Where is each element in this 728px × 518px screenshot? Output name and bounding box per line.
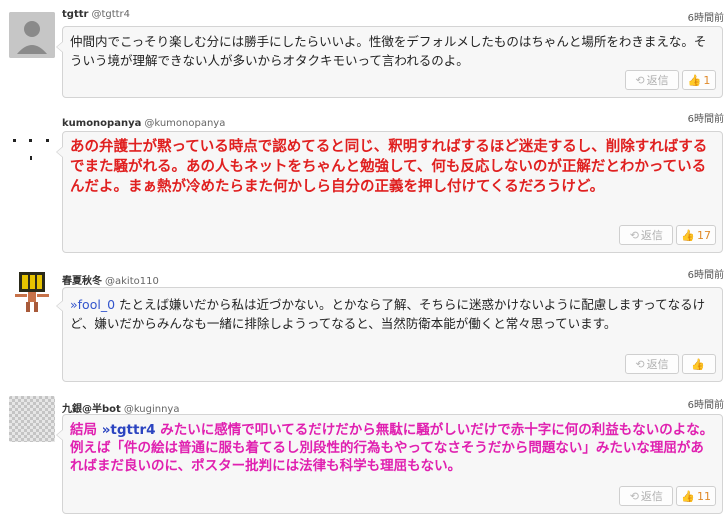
post-bubble: 仲間内でこっそり楽しむ分には勝手にしたらいいよ。性徴をデフォルメしたものはちゃん… bbox=[56, 26, 723, 98]
reply-to-link[interactable]: »fool_0 bbox=[70, 297, 115, 312]
reply-button[interactable]: ⟲ 返信 bbox=[619, 225, 674, 245]
like-button[interactable]: 👍 11 bbox=[676, 486, 716, 506]
reply-button[interactable]: ⟲ 返信 bbox=[625, 70, 679, 90]
thumbs-up-icon: 👍 bbox=[681, 228, 695, 242]
avatar[interactable] bbox=[9, 268, 55, 314]
post-item: 春夏秋冬 @akito110 6時間前 »fool_0 たとえば嫌いだから私は近づ… bbox=[0, 254, 728, 384]
post-time: 6時間前 bbox=[687, 13, 724, 24]
reply-icon: ⟲ bbox=[635, 73, 645, 87]
reply-icon: ⟲ bbox=[629, 489, 639, 503]
reply-to-link[interactable]: »tgttr4 bbox=[102, 422, 156, 438]
thumbs-up-icon: 👍 bbox=[681, 489, 695, 503]
reply-button[interactable]: ⟲ 返信 bbox=[619, 486, 674, 506]
post-item: 九銀@半bot @kuginnya 6時間前 結局 »tgttr4 みたいに感情で… bbox=[0, 384, 728, 518]
dots-avatar-icon bbox=[9, 120, 55, 166]
post-bubble: あの弁護士が黙っている時点で認めてると同じ、釈明すればするほど迷走するし、削除す… bbox=[56, 131, 723, 253]
author-handle: @tgttr4 bbox=[91, 9, 131, 20]
avatar[interactable] bbox=[9, 12, 55, 58]
post-bubble: 結局 »tgttr4 みたいに感情で叩いてるだけだから無駄に騒がしいだけで赤十字… bbox=[56, 414, 723, 514]
post-text: あの弁護士が黙っている時点で認めてると同じ、釈明すればするほど迷走するし、削除す… bbox=[70, 139, 708, 195]
post-author: 九銀@半bot @kuginnya bbox=[62, 400, 179, 415]
like-button[interactable]: 👍 17 bbox=[676, 225, 716, 245]
author-name[interactable]: kumonopanya bbox=[62, 118, 141, 129]
checker-avatar-icon bbox=[9, 396, 55, 442]
author-name[interactable]: 春夏秋冬 bbox=[62, 276, 102, 287]
post-text: »fool_0 たとえば嫌いだから私は近づかない。とかなら了解、そちらに迷惑かけ… bbox=[70, 297, 706, 331]
author-handle: @kumonopanya bbox=[144, 118, 226, 129]
reply-icon: ⟲ bbox=[635, 357, 645, 371]
post-time: 6時間前 bbox=[687, 400, 724, 411]
avatar[interactable] bbox=[9, 120, 55, 166]
post-author: kumonopanya @kumonopanya bbox=[62, 118, 225, 129]
post-bubble: »fool_0 たとえば嫌いだから私は近づかない。とかなら了解、そちらに迷惑かけ… bbox=[56, 287, 723, 382]
thumbs-up-icon: 👍 bbox=[691, 357, 705, 371]
reply-button[interactable]: ⟲ 返信 bbox=[625, 354, 679, 374]
author-name[interactable]: tgttr bbox=[62, 9, 88, 20]
default-user-icon bbox=[9, 12, 55, 58]
post-time: 6時間前 bbox=[687, 270, 724, 281]
post-text: 仲間内でこっそり楽しむ分には勝手にしたらいいよ。性徴をデフォルメしたものはちゃん… bbox=[70, 34, 707, 68]
post-author: tgttr @tgttr4 bbox=[62, 9, 130, 20]
like-button[interactable]: 👍 bbox=[682, 354, 716, 374]
avatar[interactable] bbox=[9, 396, 55, 442]
character-avatar-icon bbox=[9, 268, 55, 314]
thumbs-up-icon: 👍 bbox=[687, 73, 702, 87]
post-text: 結局 »tgttr4 みたいに感情で叩いてるだけだから無駄に騒がしいだけで赤十字… bbox=[70, 422, 714, 474]
post-time: 6時間前 bbox=[687, 114, 724, 125]
like-button[interactable]: 👍 1 bbox=[682, 70, 716, 90]
post-item: kumonopanya @kumonopanya 6時間前 あの弁護士が黙っている… bbox=[0, 108, 728, 254]
reply-icon: ⟲ bbox=[629, 228, 639, 242]
post-item: tgttr @tgttr4 6時間前 仲間内でこっそり楽しむ分には勝手にしたらいい… bbox=[0, 0, 728, 108]
post-author: 春夏秋冬 @akito110 bbox=[62, 272, 159, 287]
author-handle: @akito110 bbox=[105, 276, 159, 287]
